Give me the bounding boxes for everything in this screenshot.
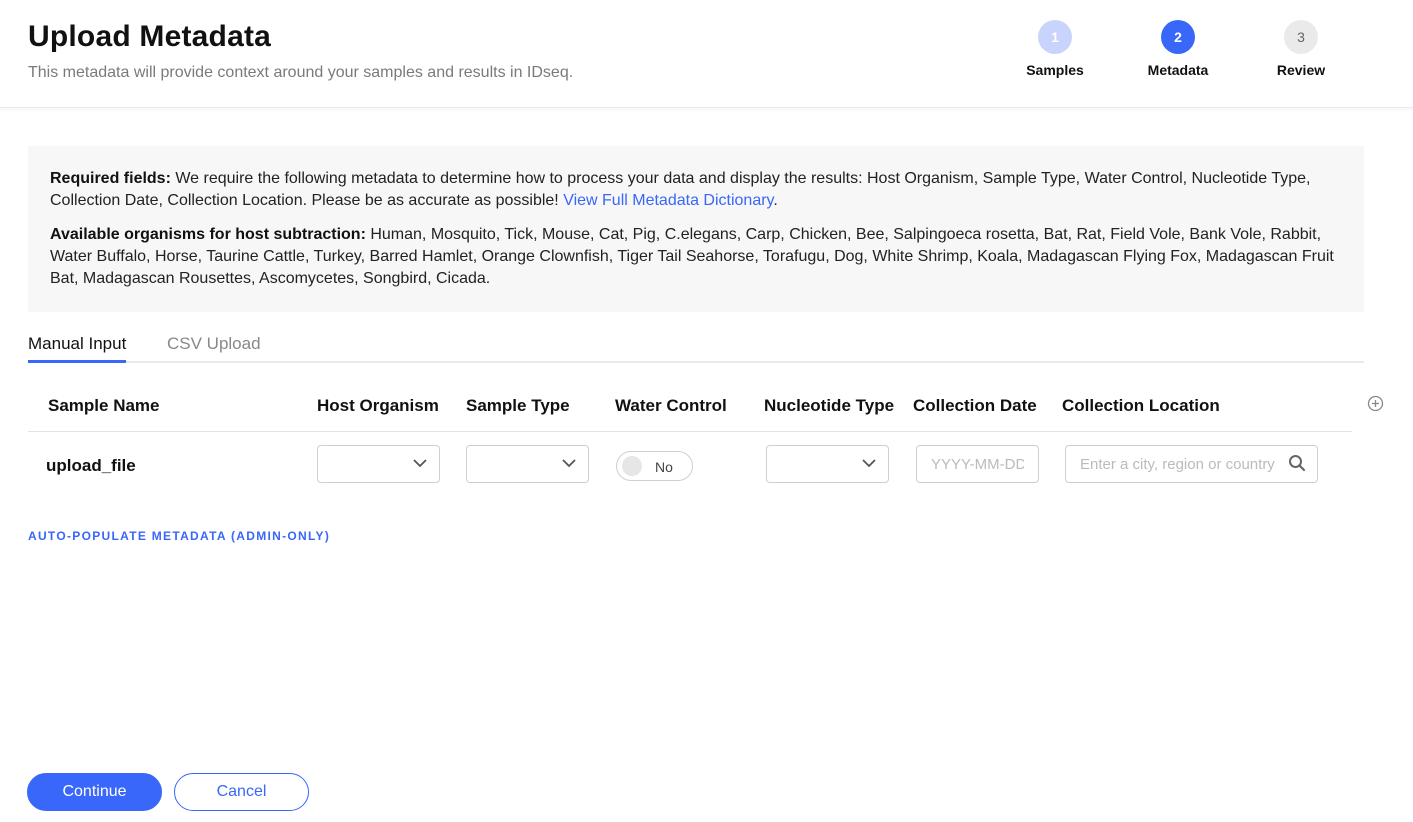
tab-csv-upload[interactable]: CSV Upload	[167, 334, 261, 363]
sample-name-cell: upload_file	[46, 456, 136, 475]
chevron-down-icon	[862, 459, 876, 468]
sample-type-dropdown[interactable]	[466, 445, 589, 483]
chevron-down-icon	[562, 459, 576, 468]
step-review[interactable]: 3 Review	[1246, 20, 1356, 78]
required-fields-end: .	[773, 192, 778, 209]
column-header-host-organism: Host Organism	[317, 396, 439, 415]
step-number: 1	[1038, 20, 1072, 54]
column-header-collection-location: Collection Location	[1062, 396, 1220, 415]
table-row: upload_file No	[28, 432, 1352, 498]
column-header-water-control: Water Control	[615, 396, 727, 415]
step-label: Review	[1276, 62, 1326, 78]
step-number: 3	[1284, 20, 1318, 54]
required-fields-paragraph: Required fields: We require the followin…	[50, 168, 1342, 212]
chevron-down-icon	[413, 459, 427, 468]
page-subtitle: This metadata will provide context aroun…	[28, 64, 574, 81]
toggle-knob	[622, 456, 642, 476]
continue-button[interactable]: Continue	[27, 773, 162, 811]
step-label: Samples	[1026, 62, 1084, 78]
column-header-sample-name: Sample Name	[48, 396, 160, 415]
metadata-info-box: Required fields: We require the followin…	[28, 146, 1364, 312]
column-header-nucleotide-type: Nucleotide Type	[764, 396, 895, 415]
host-organisms-paragraph: Available organisms for host subtraction…	[50, 224, 1342, 290]
metadata-table-header: Sample Name Host Organism Sample Type Wa…	[28, 396, 1352, 432]
step-samples[interactable]: 1 Samples	[1000, 20, 1110, 78]
nucleotide-type-dropdown[interactable]	[766, 445, 889, 483]
step-indicator: 1 Samples 2 Metadata 3 Review	[1000, 20, 1340, 90]
collection-date-input[interactable]	[916, 445, 1039, 483]
add-column-icon[interactable]	[1367, 395, 1384, 412]
search-icon	[1289, 455, 1306, 472]
step-metadata[interactable]: 2 Metadata	[1123, 20, 1233, 78]
page-header: Upload Metadata This metadata will provi…	[0, 0, 1413, 108]
step-label: Metadata	[1147, 62, 1209, 78]
water-control-value: No	[655, 459, 673, 475]
host-organisms-label: Available organisms for host subtraction…	[50, 226, 366, 243]
auto-populate-metadata-link[interactable]: AUTO-POPULATE METADATA (ADMIN-ONLY)	[28, 529, 330, 543]
cancel-button[interactable]: Cancel	[174, 773, 309, 811]
metadata-dictionary-link[interactable]: View Full Metadata Dictionary	[563, 192, 773, 209]
step-number: 2	[1161, 20, 1195, 54]
host-organism-dropdown[interactable]	[317, 445, 440, 483]
page-title: Upload Metadata	[28, 20, 272, 53]
input-mode-tabs: Manual Input CSV Upload	[28, 334, 1364, 363]
tab-manual-input[interactable]: Manual Input	[28, 334, 127, 363]
required-fields-label: Required fields:	[50, 170, 171, 187]
collection-location-input[interactable]	[1065, 445, 1318, 483]
column-header-collection-date: Collection Date	[913, 396, 1037, 415]
water-control-toggle[interactable]: No	[616, 451, 693, 481]
column-header-sample-type: Sample Type	[466, 396, 570, 415]
